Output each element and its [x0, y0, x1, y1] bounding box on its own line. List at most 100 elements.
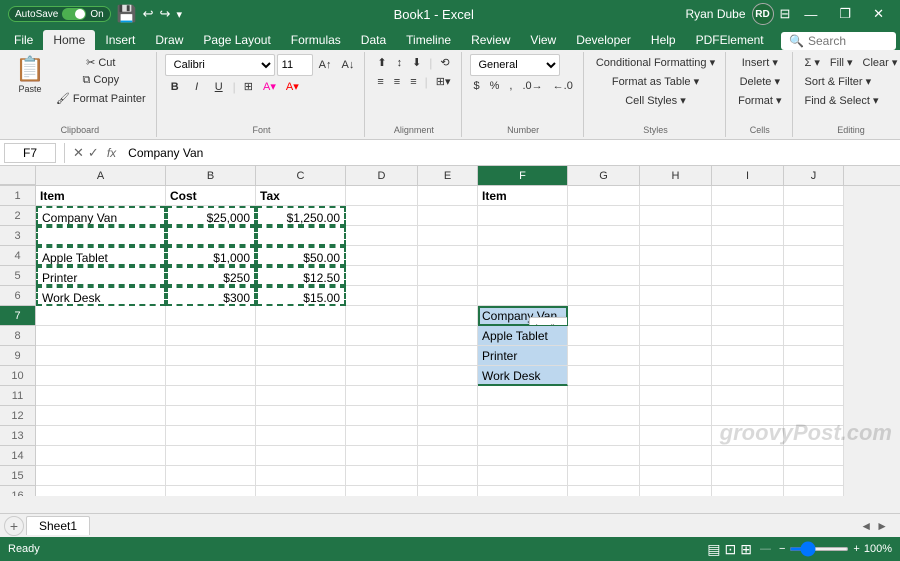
cell-j1[interactable]	[784, 186, 844, 206]
cell-h11[interactable]	[640, 386, 712, 406]
cell-e7[interactable]	[418, 306, 478, 326]
cell-f9[interactable]: Printer	[478, 346, 568, 366]
cell-e2[interactable]	[418, 206, 478, 226]
row-number[interactable]: 12	[0, 406, 36, 426]
cell-g15[interactable]	[568, 466, 640, 486]
cell-a5[interactable]: Printer	[36, 266, 166, 286]
align-left-button[interactable]: ≡	[373, 74, 387, 90]
cell-f12[interactable]	[478, 406, 568, 426]
cell-b13[interactable]	[166, 426, 256, 446]
cell-j10[interactable]	[784, 366, 844, 386]
cell-i1[interactable]	[712, 186, 784, 206]
tab-help[interactable]: Help	[641, 30, 686, 50]
increase-font-button[interactable]: A↑	[315, 57, 336, 73]
cell-j14[interactable]	[784, 446, 844, 466]
cell-e9[interactable]	[418, 346, 478, 366]
cell-i13[interactable]	[712, 426, 784, 446]
ribbon-display-btn[interactable]: ⊟	[780, 6, 791, 22]
row-number[interactable]: 3	[0, 226, 36, 246]
cell-f10[interactable]: Work Desk	[478, 366, 568, 386]
redo-icon[interactable]: ↪	[160, 6, 171, 22]
cell-j16[interactable]	[784, 486, 844, 496]
cell-reference-box[interactable]	[4, 143, 56, 163]
new-sheet-button[interactable]: +	[4, 516, 24, 536]
cell-c15[interactable]	[256, 466, 346, 486]
cell-b4[interactable]: $1,000	[166, 246, 256, 266]
font-size-input[interactable]	[277, 54, 313, 76]
cell-b8[interactable]	[166, 326, 256, 346]
cell-f15[interactable]	[478, 466, 568, 486]
align-center-button[interactable]: ≡	[390, 74, 404, 90]
cell-j6[interactable]	[784, 286, 844, 306]
col-header-g[interactable]: G	[568, 166, 640, 185]
cell-b2[interactable]: $25,000	[166, 206, 256, 226]
tab-draw[interactable]: Draw	[145, 30, 193, 50]
cell-i5[interactable]	[712, 266, 784, 286]
cell-e13[interactable]	[418, 426, 478, 446]
cell-i8[interactable]	[712, 326, 784, 346]
cell-b3[interactable]	[166, 226, 256, 246]
cell-g14[interactable]	[568, 446, 640, 466]
cell-b14[interactable]	[166, 446, 256, 466]
col-header-j[interactable]: J	[784, 166, 844, 185]
cell-a4[interactable]: Apple Tablet	[36, 246, 166, 266]
cell-d13[interactable]	[346, 426, 418, 446]
page-break-view-icon[interactable]: ⊞	[740, 541, 752, 558]
align-bottom-button[interactable]: ⬇	[408, 54, 425, 71]
align-middle-button[interactable]: ↕	[393, 55, 407, 71]
cell-d15[interactable]	[346, 466, 418, 486]
align-top-button[interactable]: ⬆	[373, 54, 390, 71]
minimize-button[interactable]: —	[796, 5, 825, 24]
cell-d8[interactable]	[346, 326, 418, 346]
cell-i9[interactable]	[712, 346, 784, 366]
cell-h16[interactable]	[640, 486, 712, 496]
cell-styles-button[interactable]: Cell Styles ▾	[592, 92, 719, 109]
paste-tooltip[interactable]: (Ctrl) ▾	[529, 317, 568, 326]
cell-h2[interactable]	[640, 206, 712, 226]
quick-access-more[interactable]: ▾	[176, 8, 182, 21]
cancel-formula-icon[interactable]: ✕	[73, 145, 84, 161]
cell-i7[interactable]	[712, 306, 784, 326]
autosave-toggle[interactable]	[62, 8, 86, 20]
cell-f13[interactable]	[478, 426, 568, 446]
col-header-b[interactable]: B	[166, 166, 256, 185]
cell-g13[interactable]	[568, 426, 640, 446]
cell-c14[interactable]	[256, 446, 346, 466]
cell-a13[interactable]	[36, 426, 166, 446]
cell-c4[interactable]: $50.00	[256, 246, 346, 266]
cell-c1[interactable]: Tax	[256, 186, 346, 206]
col-header-a[interactable]: A	[36, 166, 166, 185]
scroll-left-icon[interactable]: ◄	[860, 519, 872, 533]
align-right-button[interactable]: ≡	[406, 74, 420, 90]
cell-f7[interactable]: Company Van (Ctrl) ▾	[478, 306, 568, 326]
cell-j4[interactable]	[784, 246, 844, 266]
cell-j3[interactable]	[784, 226, 844, 246]
comma-button[interactable]: ,	[505, 78, 516, 94]
tab-insert[interactable]: Insert	[95, 30, 145, 50]
formula-input[interactable]	[124, 146, 896, 160]
cell-c16[interactable]	[256, 486, 346, 496]
cell-g10[interactable]	[568, 366, 640, 386]
cell-d9[interactable]	[346, 346, 418, 366]
cell-e10[interactable]	[418, 366, 478, 386]
cell-h4[interactable]	[640, 246, 712, 266]
tab-developer[interactable]: Developer	[566, 30, 641, 50]
delete-button[interactable]: Delete ▾	[734, 73, 785, 90]
undo-icon[interactable]: ↩	[143, 6, 154, 22]
cell-a3[interactable]	[36, 226, 166, 246]
cell-e6[interactable]	[418, 286, 478, 306]
row-number[interactable]: 6	[0, 286, 36, 306]
cell-a2[interactable]: Company Van	[36, 206, 166, 226]
cell-a8[interactable]	[36, 326, 166, 346]
merge-button[interactable]: ⊞▾	[432, 73, 455, 90]
underline-button[interactable]: U	[209, 79, 229, 95]
cell-d14[interactable]	[346, 446, 418, 466]
row-number[interactable]: 14	[0, 446, 36, 466]
cell-f11[interactable]	[478, 386, 568, 406]
row-number[interactable]: 10	[0, 366, 36, 386]
cell-g9[interactable]	[568, 346, 640, 366]
cell-e11[interactable]	[418, 386, 478, 406]
autosave-badge[interactable]: AutoSave On	[8, 6, 111, 22]
cell-h6[interactable]	[640, 286, 712, 306]
cell-h9[interactable]	[640, 346, 712, 366]
